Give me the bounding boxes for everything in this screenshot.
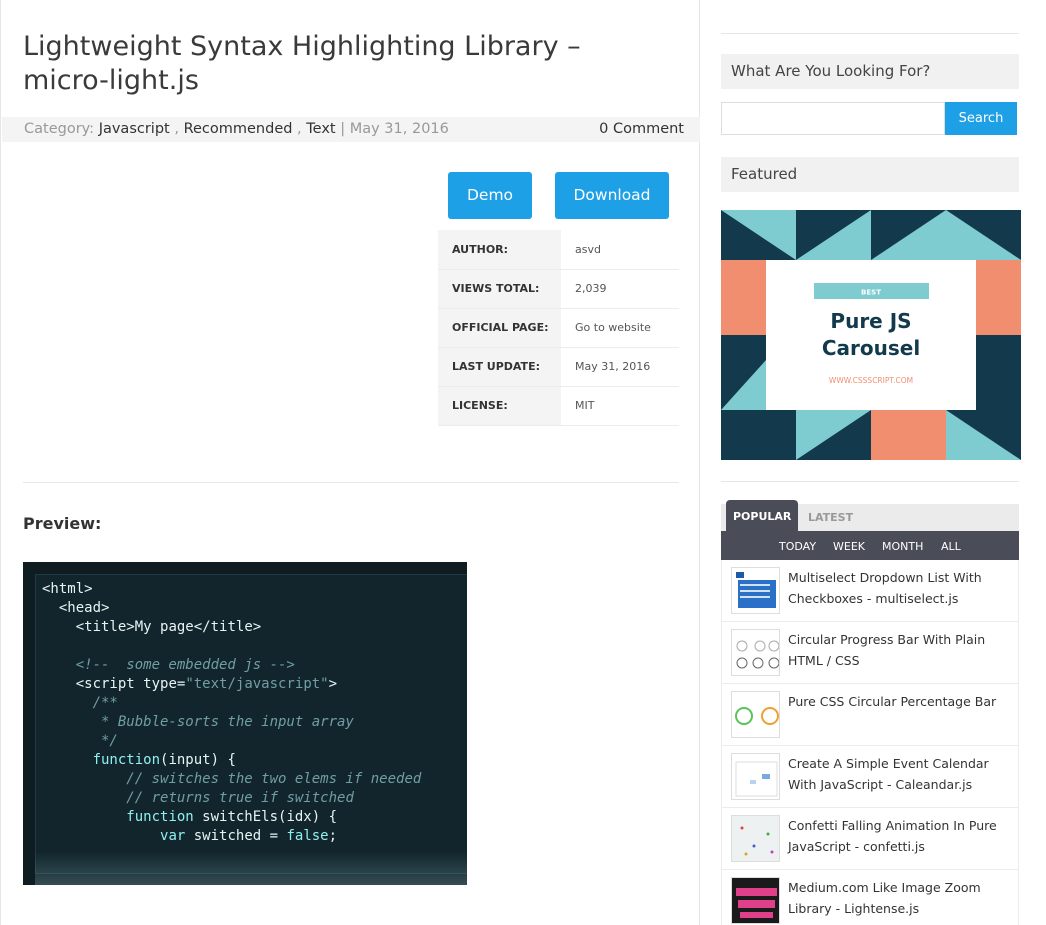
featured-banner-art: BEST Pure JS Carousel WWW.CSSSCRIPT.COM [721,210,1021,460]
post-thumbnail[interactable] [731,691,780,738]
post-thumbnail[interactable] [731,567,780,614]
period-tabs: TODAY WEEK MONTH ALL [721,531,1019,560]
thumbnail-image [732,630,779,675]
tab-all[interactable]: ALL [941,531,961,562]
banner-line2: Carousel [822,336,920,360]
preview-heading: Preview: [23,514,102,533]
tab-today[interactable]: TODAY [779,531,816,562]
info-key: LAST UPDATE: [438,347,561,386]
info-key: LICENSE: [438,386,561,425]
post-link[interactable]: Medium.com Like Image Zoom Library - Lig… [788,877,1013,919]
post-thumbnail[interactable] [731,877,780,924]
post-link[interactable]: Confetti Falling Animation In Pure JavaS… [788,815,1013,857]
thumbnail-image [732,816,779,861]
popular-list: Multiselect Dropdown List With Checkboxe… [721,560,1019,925]
tab-latest[interactable]: LATEST [801,504,860,531]
list-item[interactable]: Pure CSS Circular Percentage Bar [721,684,1019,746]
info-table: AUTHOR: asvd VIEWS TOTAL: 2,039 OFFICIAL… [438,230,679,426]
info-key: AUTHOR: [438,230,561,269]
search-input[interactable] [721,102,945,135]
preview-image: <html> <head> <title>My page</title> <!-… [23,562,467,885]
banner-tag: BEST [861,289,881,297]
tab-month[interactable]: MONTH [882,531,923,562]
post-link[interactable]: Pure CSS Circular Percentage Bar [788,691,1013,712]
code-panel: <html> <head> <title>My page</title> <!-… [35,574,467,874]
tab-week[interactable]: WEEK [833,531,865,562]
list-item[interactable]: Circular Progress Bar With Plain HTML / … [721,622,1019,684]
list-item[interactable]: Create A Simple Event Calendar With Java… [721,746,1019,808]
category-link-recommended[interactable]: Recommended [184,121,293,137]
post-categories: Category: Javascript , Recommended , Tex… [24,121,449,137]
post-thumbnail[interactable] [731,629,780,676]
posts-tabs: POPULAR LATEST [721,500,1019,531]
demo-button[interactable]: Demo [448,172,532,219]
list-item[interactable]: Confetti Falling Animation In Pure JavaS… [721,808,1019,870]
category-link-text[interactable]: Text [306,121,335,137]
info-key: OFFICIAL PAGE: [438,308,561,347]
info-value: 2,039 [575,282,607,295]
info-row-last-update: LAST UPDATE: May 31, 2016 [438,347,679,386]
official-page-link[interactable]: Go to website [561,308,679,347]
info-value: asvd [575,242,601,256]
sidebar-divider [721,481,1019,482]
search-widget-heading: What Are You Looking For? [721,54,1019,89]
list-item[interactable]: Multiselect Dropdown List With Checkboxe… [721,560,1019,622]
info-row-views: VIEWS TOTAL: 2,039 [438,269,679,308]
code-preview: <html> <head> <title>My page</title> <!-… [42,581,422,844]
info-value: May 31, 2016 [575,360,651,373]
featured-banner[interactable]: BEST Pure JS Carousel WWW.CSSSCRIPT.COM [721,210,1021,460]
section-divider [23,482,679,483]
thumbnail-image [732,754,779,799]
list-item[interactable]: Medium.com Like Image Zoom Library - Lig… [721,870,1019,925]
post-link[interactable]: Multiselect Dropdown List With Checkboxe… [788,567,1013,609]
post-link[interactable]: Create A Simple Event Calendar With Java… [788,753,1013,795]
post-link[interactable]: Circular Progress Bar With Plain HTML / … [788,629,1013,671]
category-link-javascript[interactable]: Javascript [99,121,170,137]
thumbnail-image [732,692,779,737]
download-button[interactable]: Download [555,172,669,219]
banner-line1: Pure JS [830,309,911,333]
info-row-author: AUTHOR: asvd [438,230,679,269]
comment-count-link[interactable]: 0 Comment [599,117,684,142]
search-button[interactable]: Search [945,102,1017,135]
category-prefix: Category: [24,121,99,137]
info-row-license: LICENSE: MIT [438,386,679,425]
page-title: Lightweight Syntax Highlighting Library … [23,31,581,96]
main-column: Lightweight Syntax Highlighting Library … [0,0,700,925]
tab-popular[interactable]: POPULAR [726,500,799,531]
thumbnail-image [732,568,779,613]
info-row-official-page: OFFICIAL PAGE: Go to website [438,308,679,347]
info-key: VIEWS TOTAL: [438,269,561,308]
featured-heading: Featured [721,157,1019,192]
post-date: May 31, 2016 [349,121,449,137]
thumbnail-image [732,878,779,923]
sidebar-divider [721,33,1019,34]
info-value: MIT [575,399,595,412]
post-thumbnail[interactable] [731,753,780,800]
post-meta: Category: Javascript , Recommended , Tex… [2,117,700,142]
post-thumbnail[interactable] [731,815,780,862]
code-fade [35,852,467,885]
banner-site: WWW.CSSSCRIPT.COM [829,376,913,385]
